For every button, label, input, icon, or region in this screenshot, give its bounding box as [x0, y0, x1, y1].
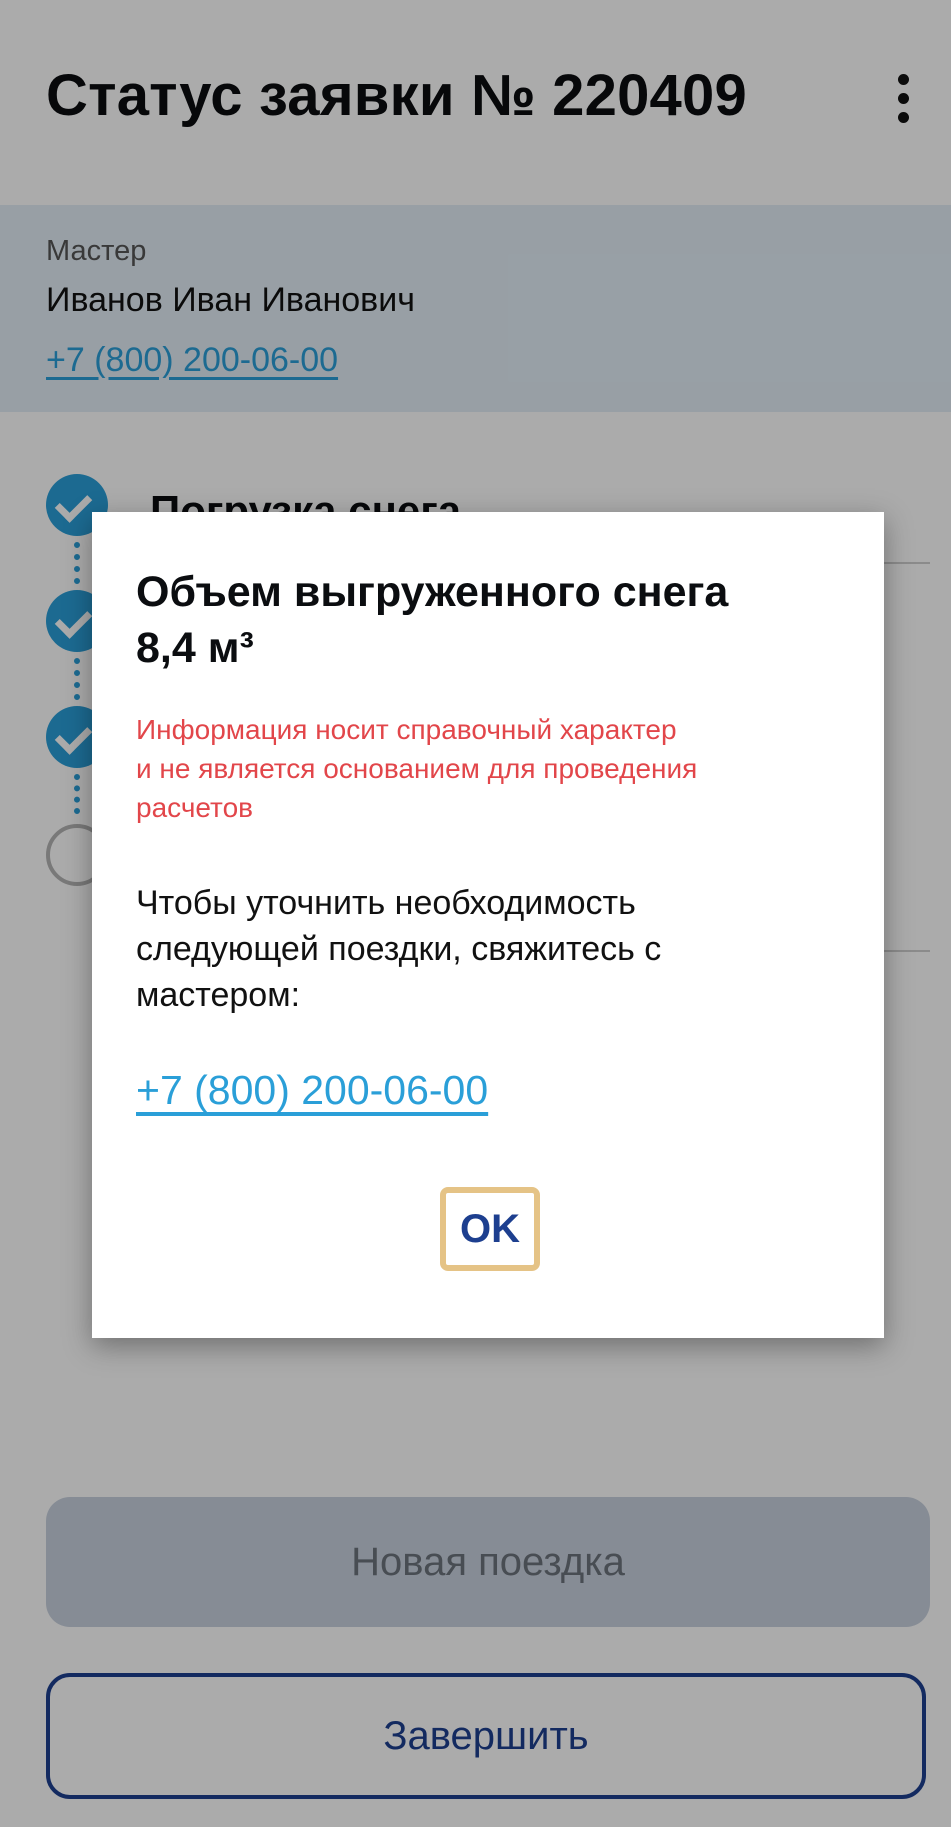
snow-volume-dialog: Объем выгруженного снега 8,4 м³ Информац… — [92, 512, 884, 1338]
dialog-message-line: следующей поездки, свяжитесь с — [136, 930, 662, 968]
dialog-message-line: Чтобы уточнить необходимость — [136, 884, 636, 922]
dialog-phone-link[interactable]: +7 (800) 200-06-00 — [136, 1067, 488, 1114]
dialog-title-volume: 8,4 м³ — [136, 624, 254, 672]
dialog-message: Чтобы уточнить необходимость следующей п… — [136, 880, 856, 1018]
ok-button[interactable]: OK — [440, 1187, 540, 1271]
dialog-warning-line: расчетов — [136, 792, 254, 823]
dialog-title-line: Объем выгруженного снега — [136, 568, 729, 616]
dialog-message-line: мастером: — [136, 976, 301, 1014]
dialog-warning-line: Информация носит справочный характер — [136, 714, 677, 745]
dialog-title: Объем выгруженного снега 8,4 м³ — [136, 564, 856, 676]
dialog-warning-line: и не является основанием для проведения — [136, 753, 698, 784]
dialog-warning: Информация носит справочный характер и н… — [136, 710, 856, 827]
